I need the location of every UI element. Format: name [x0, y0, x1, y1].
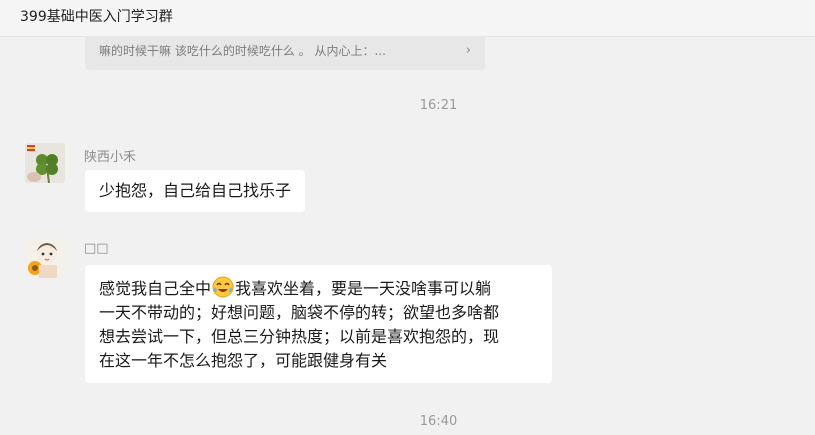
message-line: 一天不带动的；好想问题，脑袋不停的转；欲望也多啥都 — [99, 303, 500, 322]
chat-header: 399基础中医入门学习群 — [0, 0, 815, 37]
laughing-tears-emoji-icon — [212, 276, 234, 298]
cartoon-girl-avatar-icon[interactable] — [25, 238, 65, 278]
message-line: 感觉我自己全中 我喜欢坐着，要是一天没啥事可以躺 — [99, 276, 538, 301]
quoted-message-preview[interactable]: 嘛的时候干嘛 该吃什么的时候吃什么 。 从内心上：... › — [85, 36, 485, 70]
clover-plant-avatar-icon[interactable] — [25, 143, 65, 183]
timestamp: 16:40 — [419, 414, 458, 429]
message-bubble[interactable]: 少抱怨，自己给自己找乐子 — [85, 170, 306, 212]
message-text: 我喜欢坐着，要是一天没啥事可以躺 — [235, 279, 492, 298]
message-text: 少抱怨，自己给自己找乐子 — [99, 181, 292, 200]
timestamp: 16:21 — [419, 98, 458, 113]
message-line: 想去尝试一下，但总三分钟热度；以前是喜欢抱怨的，现 — [99, 327, 500, 346]
sender-name: 陕西小禾 — [84, 150, 137, 165]
quoted-message-text: 嘛的时候干嘛 该吃什么的时候吃什么 。 从内心上：... — [99, 44, 386, 58]
chevron-right-icon[interactable]: › — [466, 36, 471, 66]
message-line: 在这一年不怎么抱怨了，可能跟健身有关 — [99, 351, 388, 370]
message-text: 感觉我自己全中 — [99, 279, 212, 298]
chat-title[interactable]: 399基础中医入门学习群 — [20, 6, 173, 26]
message-bubble[interactable]: 感觉我自己全中 我喜欢坐着，要是一天没啥事可以躺 一天不带动的；好想问题，脑袋不停… — [85, 265, 552, 383]
sender-name: □□ — [84, 241, 109, 256]
